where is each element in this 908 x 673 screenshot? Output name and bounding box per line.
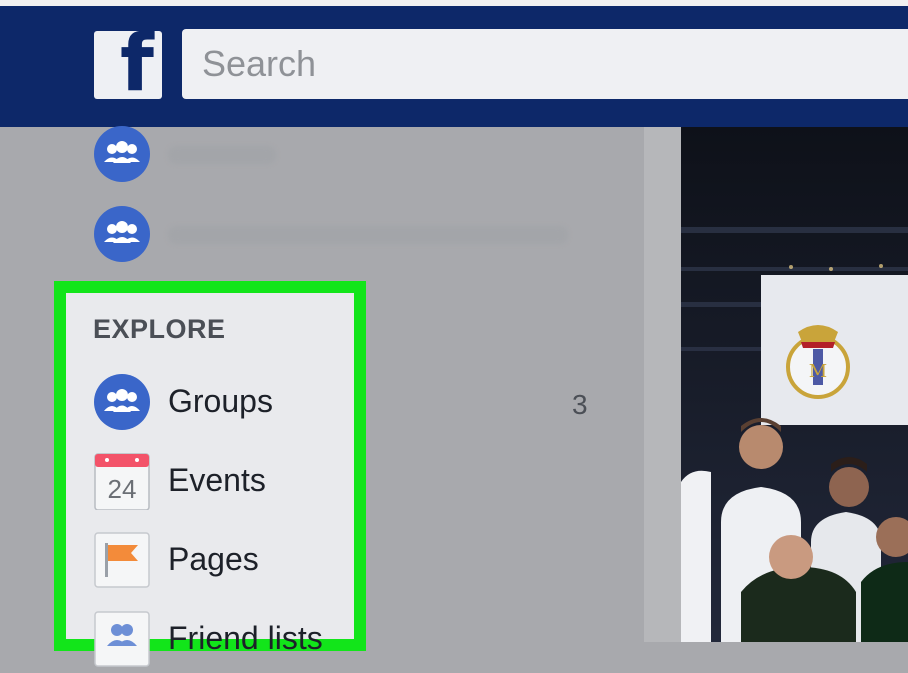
facebook-logo-icon[interactable]: f: [94, 31, 162, 99]
sidebar-item-friend-lists[interactable]: Friend lists: [93, 610, 353, 670]
sidebar-item-groups[interactable]: Groups: [93, 373, 353, 433]
obscured-shortcut-label: [168, 146, 276, 164]
calendar-icon: 24: [93, 452, 151, 511]
flag-icon: [93, 531, 151, 589]
group-shortcut-icon[interactable]: [94, 206, 150, 262]
friend-list-icon: [93, 610, 151, 668]
sidebar-item-events[interactable]: 24 Events: [93, 452, 353, 512]
sidebar-item-label: Friend lists: [168, 620, 323, 656]
groups-count-badge: 3: [572, 389, 588, 420]
calendar-date: 24: [108, 474, 137, 504]
groups-icon: [93, 373, 151, 431]
column-divider: [644, 127, 681, 642]
browser-edge: [0, 0, 908, 6]
top-navigation-bar: f: [0, 0, 908, 127]
news-feed-photo[interactable]: M: [681, 127, 908, 642]
sidebar-item-label: Events: [168, 462, 266, 498]
svg-text:M: M: [809, 361, 827, 382]
sidebar-item-label: Pages: [168, 541, 259, 577]
group-shortcut-icon[interactable]: [94, 126, 150, 182]
obscured-shortcut-label: [168, 226, 568, 244]
sidebar-item-label: Groups: [168, 383, 273, 419]
logo-letter: f: [120, 31, 154, 99]
search-input[interactable]: [182, 29, 908, 99]
sidebar-item-pages[interactable]: Pages: [93, 531, 353, 591]
explore-heading: EXPLORE: [93, 314, 226, 344]
